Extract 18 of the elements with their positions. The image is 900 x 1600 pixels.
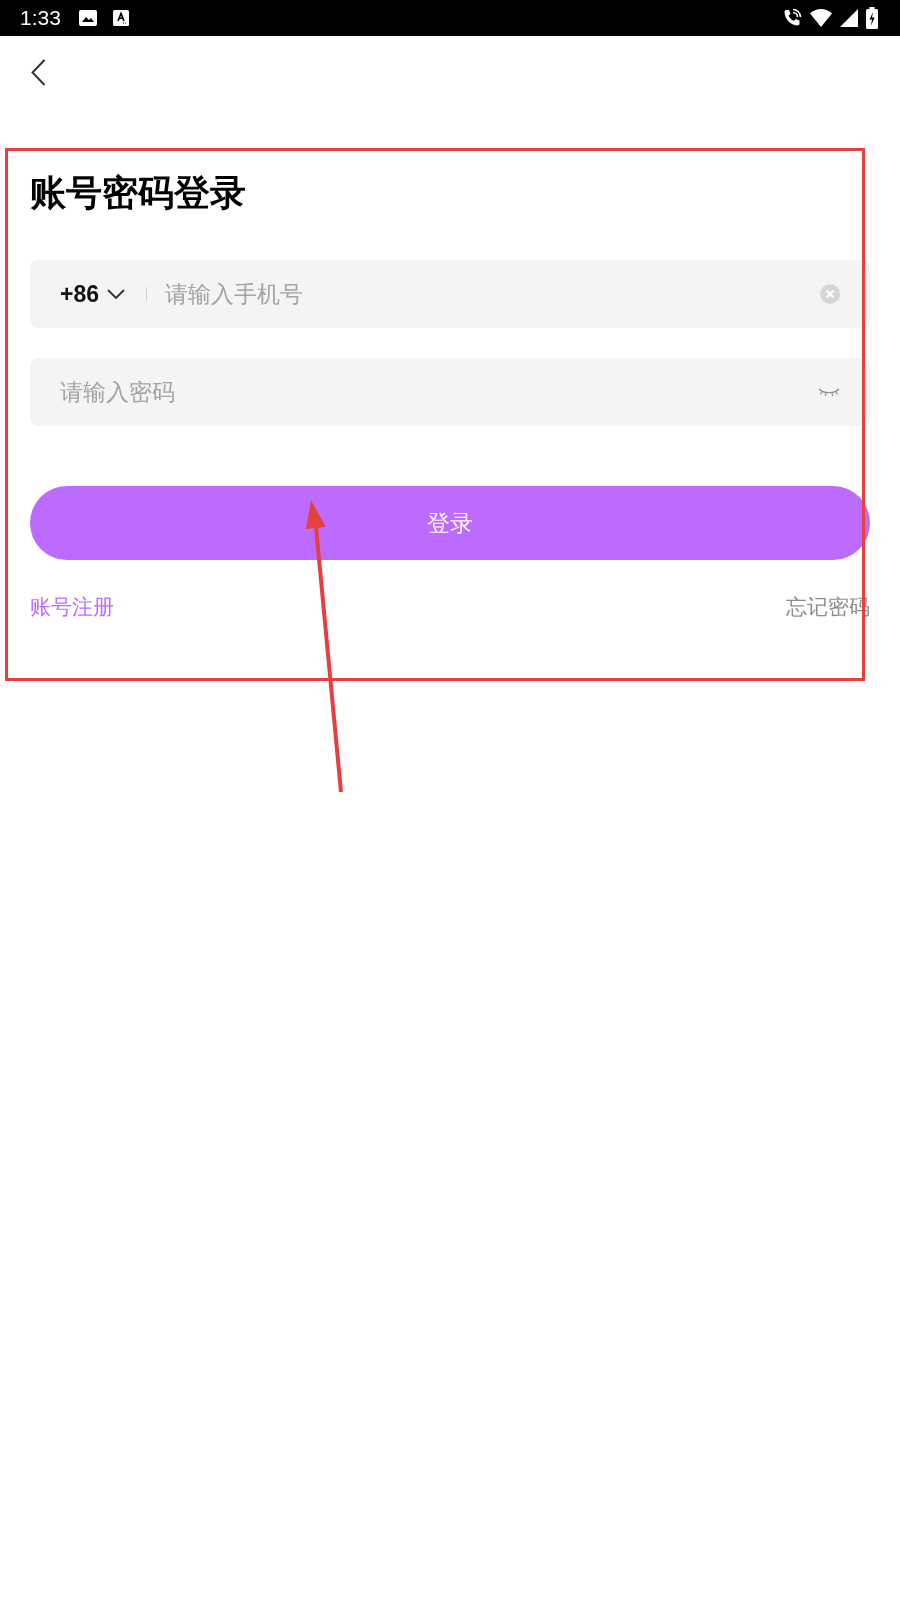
signal-icon bbox=[840, 9, 858, 27]
battery-charging-icon bbox=[866, 7, 878, 29]
page-title: 账号密码登录 bbox=[30, 172, 246, 214]
wifi-icon bbox=[810, 9, 832, 27]
letter-tile-icon bbox=[112, 10, 129, 26]
status-time: 1:33 bbox=[20, 6, 61, 30]
wifi-calling-icon bbox=[782, 8, 802, 28]
phone-field[interactable]: +86 请输入手机号 bbox=[30, 260, 870, 328]
chevron-down-icon bbox=[107, 289, 125, 299]
phone-number-input[interactable]: 请输入手机号 bbox=[165, 277, 820, 311]
eye-closed-icon[interactable] bbox=[818, 387, 840, 397]
back-chevron-icon bbox=[30, 58, 46, 86]
login-button[interactable]: 登录 bbox=[30, 486, 870, 560]
password-input[interactable]: 请输入密码 bbox=[60, 375, 818, 409]
image-icon bbox=[78, 10, 97, 26]
country-code-selector[interactable]: +86 bbox=[60, 280, 125, 308]
register-link[interactable]: 账号注册 bbox=[30, 594, 114, 620]
password-field[interactable]: 请输入密码 bbox=[30, 358, 870, 426]
